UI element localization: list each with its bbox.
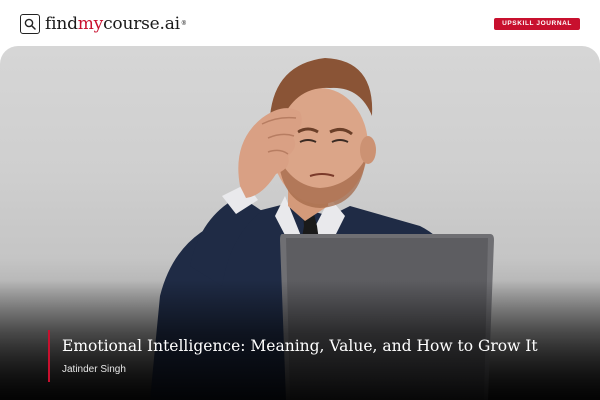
brand-name-part2: course.ai (103, 14, 180, 34)
top-bar: findmycourse.ai® UPSKILL JOURNAL (0, 0, 600, 46)
search-icon (20, 14, 40, 34)
article-author[interactable]: Jatinder Singh (62, 364, 538, 375)
registered-mark: ® (180, 20, 187, 27)
article-title[interactable]: Emotional Intelligence: Meaning, Value, … (62, 336, 538, 356)
brand-name-accent: my (77, 14, 104, 34)
brand-name: findmycourse.ai® (45, 13, 187, 35)
article-caption: Emotional Intelligence: Meaning, Value, … (48, 330, 538, 382)
brand-name-part1: find (45, 14, 78, 34)
brand-logo[interactable]: findmycourse.ai® (20, 13, 187, 35)
journal-badge: UPSKILL JOURNAL (494, 18, 580, 30)
